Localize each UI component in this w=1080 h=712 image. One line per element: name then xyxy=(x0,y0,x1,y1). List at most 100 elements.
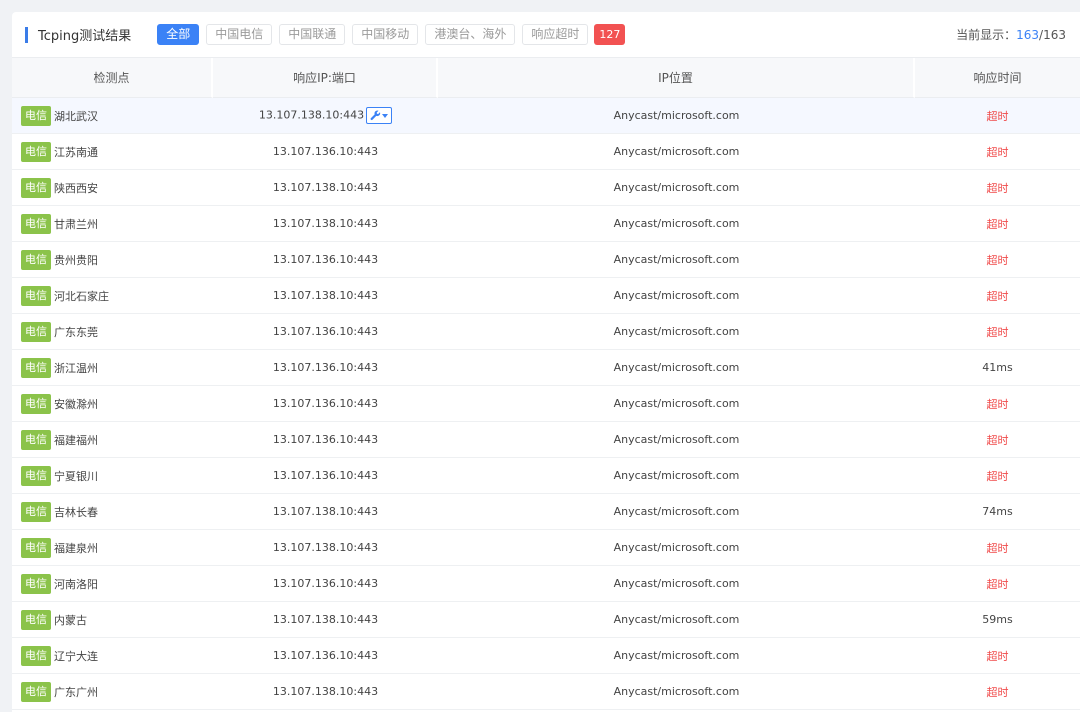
ip-location-cell: Anycast/microsoft.com xyxy=(438,530,915,566)
timeout-count-badge: 127 xyxy=(594,24,626,45)
probe-location: 宁夏银川 xyxy=(54,469,98,483)
probe-location: 贵州贵阳 xyxy=(54,253,98,267)
probe-cell: 电信 湖北武汉 xyxy=(12,98,213,134)
filter-hk-overseas[interactable]: 港澳台、海外 xyxy=(425,24,516,45)
ip-port-cell: 13.107.138.10:443 xyxy=(213,206,438,242)
ip-port-text: 13.107.138.10:443 xyxy=(272,541,379,554)
filter-china-mobile[interactable]: 中国移动 xyxy=(352,24,419,45)
response-time-cell: 超时 xyxy=(915,674,1080,710)
table-row: 电信 湖北武汉 13.107.138.10:443 Anycast/microsoft… xyxy=(12,98,1080,134)
table-row: 电信 广东东莞 13.107.136.10:443 Anycast/microsoft… xyxy=(12,314,1080,350)
ip-location-cell: Anycast/microsoft.com xyxy=(438,170,915,206)
isp-tag: 电信 xyxy=(21,357,51,378)
table-row: 电信 河北石家庄 13.107.138.10:443 Anycast/microsof… xyxy=(12,278,1080,314)
filter-china-telecom[interactable]: 中国电信 xyxy=(206,24,273,45)
probe-location: 甘肃兰州 xyxy=(54,217,98,231)
ip-port-text: 13.107.138.10:443 xyxy=(272,289,379,302)
column-header-ip-location[interactable]: IP位置 xyxy=(438,58,915,98)
ip-port-text: 13.107.136.10:443 xyxy=(272,145,379,158)
ip-port-cell: 13.107.136.10:443 xyxy=(213,242,438,278)
probe-location: 浙江温州 xyxy=(54,361,98,375)
probe-cell: 电信 江苏南通 xyxy=(12,134,213,170)
probe-cell: 电信 河北石家庄 xyxy=(12,278,213,314)
ip-port-cell: 13.107.136.10:443 xyxy=(213,314,438,350)
ip-port-cell: 13.107.138.10:443 xyxy=(213,170,438,206)
isp-tag: 电信 xyxy=(21,573,51,594)
ip-port-text: 13.107.138.10:443 xyxy=(272,505,379,518)
filter-timeout[interactable]: 响应超时 xyxy=(522,24,589,45)
probe-location: 河北石家庄 xyxy=(54,289,109,303)
results-header: Tcping测试结果 全部 中国电信 中国联通 中国移动 港澳台、海外 响应超时… xyxy=(12,12,1080,58)
filter-china-unicom[interactable]: 中国联通 xyxy=(279,24,346,45)
probe-cell: 电信 贵州贵阳 xyxy=(12,242,213,278)
results-table: 检测点 响应IP:端口 IP位置 响应时间 电信 湖北武汉 13.107.138.1… xyxy=(12,58,1080,710)
ip-location-cell: Anycast/microsoft.com xyxy=(438,458,915,494)
display-count-total: /163 xyxy=(1039,28,1066,42)
ip-location-cell: Anycast/microsoft.com xyxy=(438,314,915,350)
probe-cell: 电信 河南洛阳 xyxy=(12,566,213,602)
table-row: 电信 甘肃兰州 13.107.138.10:443 Anycast/microsoft… xyxy=(12,206,1080,242)
ip-port-cell: 13.107.136.10:443 xyxy=(213,638,438,674)
probe-location: 吉林长春 xyxy=(54,505,98,519)
probe-location: 辽宁大连 xyxy=(54,649,98,663)
isp-tag: 电信 xyxy=(21,141,51,162)
response-time-cell: 超时 xyxy=(915,170,1080,206)
display-count: 当前显示：163/163 xyxy=(956,26,1066,43)
display-count-current: 163 xyxy=(1016,28,1040,42)
response-time-cell: 74ms xyxy=(915,494,1080,530)
response-time-cell: 超时 xyxy=(915,422,1080,458)
probe-location: 湖北武汉 xyxy=(54,109,98,123)
ip-port-text: 13.107.136.10:443 xyxy=(272,325,379,338)
filter-all[interactable]: 全部 xyxy=(157,24,200,45)
ip-location-cell: Anycast/microsoft.com xyxy=(438,674,915,710)
ip-port-text: 13.107.136.10:443 xyxy=(272,361,379,374)
probe-location: 内蒙古 xyxy=(54,613,87,627)
table-row: 电信 浙江温州 13.107.136.10:443 Anycast/microsoft… xyxy=(12,350,1080,386)
ip-port-cell: 13.107.136.10:443 xyxy=(213,458,438,494)
isp-tag: 电信 xyxy=(21,213,51,234)
response-time-cell: 超时 xyxy=(915,638,1080,674)
probe-location: 广东东莞 xyxy=(54,325,98,339)
ip-port-cell: 13.107.136.10:443 xyxy=(213,566,438,602)
column-header-ip-port[interactable]: 响应IP:端口 xyxy=(213,58,438,98)
ip-port-cell: 13.107.136.10:443 xyxy=(213,134,438,170)
ip-location-cell: Anycast/microsoft.com xyxy=(438,134,915,170)
table-row: 电信 贵州贵阳 13.107.136.10:443 Anycast/microsoft… xyxy=(12,242,1080,278)
ip-port-cell: 13.107.138.10:443 xyxy=(213,494,438,530)
ip-location-cell: Anycast/microsoft.com xyxy=(438,494,915,530)
page-title: Tcping测试结果 xyxy=(38,29,132,44)
column-header-response-time[interactable]: 响应时间 xyxy=(915,58,1080,98)
isp-tag: 电信 xyxy=(21,501,51,522)
isp-tag: 电信 xyxy=(21,249,51,270)
table-row: 电信 福建福州 13.107.136.10:443 Anycast/microsoft… xyxy=(12,422,1080,458)
ip-location-cell: Anycast/microsoft.com xyxy=(438,98,915,134)
column-header-probe[interactable]: 检测点 xyxy=(12,58,213,98)
ip-port-text: 13.107.138.10:443 xyxy=(272,217,379,230)
ip-port-text: 13.107.136.10:443 xyxy=(272,433,379,446)
probe-location: 江苏南通 xyxy=(54,145,98,159)
response-time-cell: 超时 xyxy=(915,98,1080,134)
isp-tag: 电信 xyxy=(21,537,51,558)
ip-port-text: 13.107.138.10:443 xyxy=(272,685,379,698)
ip-port-text: 13.107.138.10:443 xyxy=(272,181,379,194)
display-count-label: 当前显示： xyxy=(956,28,1017,42)
ip-port-cell: 13.107.136.10:443 xyxy=(213,422,438,458)
ip-location-cell: Anycast/microsoft.com xyxy=(438,566,915,602)
ip-port-cell: 13.107.136.10:443 xyxy=(213,350,438,386)
probe-cell: 电信 辽宁大连 xyxy=(12,638,213,674)
probe-location: 广东广州 xyxy=(54,685,98,699)
table-row: 电信 福建泉州 13.107.138.10:443 Anycast/microsoft… xyxy=(12,530,1080,566)
probe-cell: 电信 广东东莞 xyxy=(12,314,213,350)
probe-cell: 电信 内蒙古 xyxy=(12,602,213,638)
probe-cell: 电信 宁夏银川 xyxy=(12,458,213,494)
response-time-cell: 超时 xyxy=(915,134,1080,170)
table-row: 电信 陕西西安 13.107.138.10:443 Anycast/microsoft… xyxy=(12,170,1080,206)
probe-cell: 电信 甘肃兰州 xyxy=(12,206,213,242)
ip-port-cell: 13.107.138.10:443 xyxy=(213,674,438,710)
isp-tag: 电信 xyxy=(21,393,51,414)
ip-port-cell: 13.107.138.10:443 xyxy=(213,278,438,314)
ip-tools-dropdown-button[interactable] xyxy=(366,107,393,124)
response-time-cell: 超时 xyxy=(915,242,1080,278)
isp-tag: 电信 xyxy=(21,105,51,126)
response-time-cell: 超时 xyxy=(915,530,1080,566)
